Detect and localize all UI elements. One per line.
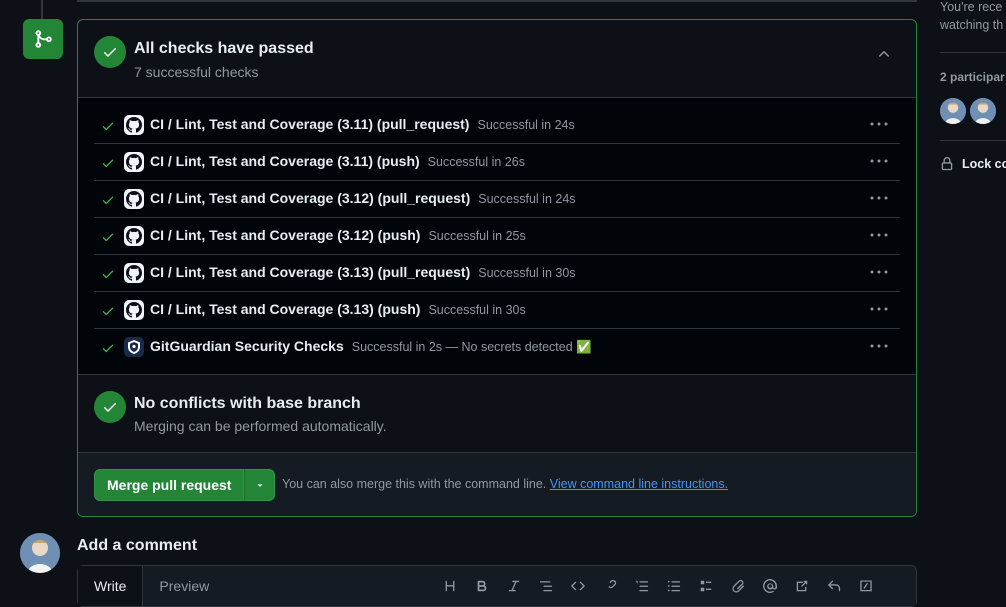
mention-icon[interactable] — [758, 576, 782, 596]
check-name[interactable]: CI / Lint, Test and Coverage (3.11) (pul… — [150, 116, 575, 132]
github-icon — [124, 300, 144, 320]
sidebar: You're rece watching th 2 participar Loc… — [940, 0, 1006, 585]
checks-list: CI / Lint, Test and Coverage (3.11) (pul… — [78, 98, 916, 375]
tab-preview[interactable]: Preview — [143, 566, 225, 606]
check-icon — [102, 159, 114, 168]
check-row[interactable]: CI / Lint, Test and Coverage (3.11) (pul… — [94, 107, 900, 144]
comment-editor: Write Preview — [77, 565, 917, 607]
merge-hint: You can also merge this with the command… — [282, 477, 729, 491]
participants-title: 2 participar — [940, 70, 1005, 84]
timeline-line — [41, 0, 43, 20]
unordered-list-icon[interactable] — [662, 576, 686, 596]
check-row[interactable]: CI / Lint, Test and Coverage (3.13) (pul… — [94, 255, 900, 292]
check-status: Successful in 25s — [428, 229, 526, 243]
checks-subtitle: 7 successful checks — [134, 64, 259, 80]
check-status: Successful in 30s — [478, 266, 576, 280]
command-line-instructions-link[interactable]: View command line instructions. — [550, 477, 728, 491]
kebab-horizontal-icon[interactable] — [869, 158, 889, 164]
check-row[interactable]: CI / Lint, Test and Coverage (3.11) (pus… — [94, 144, 900, 181]
check-icon — [102, 307, 114, 316]
check-icon — [102, 344, 114, 353]
conflicts-status: No conflicts with base branch Merging ca… — [78, 375, 916, 453]
chevron-up-icon — [879, 51, 889, 57]
markdown-toolbar — [438, 576, 878, 596]
merge-box: All checks have passed 7 successful chec… — [77, 19, 917, 517]
check-name[interactable]: CI / Lint, Test and Coverage (3.13) (pus… — [150, 301, 526, 317]
git-merge-icon — [23, 19, 63, 59]
lock-conversation-label: Lock co — [962, 157, 1006, 171]
tasklist-icon[interactable] — [694, 576, 718, 596]
check-status: Successful in 24s — [477, 118, 575, 132]
slash-command-icon[interactable] — [854, 576, 878, 596]
conflicts-title: No conflicts with base branch — [134, 395, 361, 412]
merge-button-group: Merge pull request — [94, 469, 276, 501]
link-icon[interactable] — [598, 576, 622, 596]
lock-conversation-button[interactable]: Lock co — [940, 157, 1006, 171]
conflicts-subtitle: Merging can be performed automatically. — [134, 418, 387, 434]
github-icon — [124, 115, 144, 135]
tab-write[interactable]: Write — [78, 566, 144, 606]
kebab-horizontal-icon[interactable] — [869, 195, 889, 201]
check-name[interactable]: CI / Lint, Test and Coverage (3.12) (pus… — [150, 227, 526, 243]
checks-title: All checks have passed — [134, 40, 314, 57]
participant-avatar[interactable] — [970, 98, 996, 124]
check-icon — [102, 196, 114, 205]
collapse-checks-button[interactable] — [876, 46, 892, 62]
check-row[interactable]: CI / Lint, Test and Coverage (3.12) (pus… — [94, 218, 900, 255]
check-status: Successful in 24s — [478, 192, 576, 206]
check-icon — [102, 122, 114, 131]
heading-icon[interactable] — [438, 576, 462, 596]
ordered-list-icon[interactable] — [630, 576, 654, 596]
kebab-horizontal-icon[interactable] — [869, 343, 889, 349]
gitguardian-icon — [124, 337, 144, 357]
italic-icon[interactable] — [502, 576, 526, 596]
check-status: Successful in 30s — [428, 303, 526, 317]
github-icon — [124, 226, 144, 246]
check-circle-icon — [94, 391, 126, 423]
kebab-horizontal-icon[interactable] — [869, 306, 889, 312]
editor-tabs: Write Preview — [78, 566, 225, 606]
participant-avatar[interactable] — [940, 98, 966, 124]
check-name[interactable]: CI / Lint, Test and Coverage (3.12) (pul… — [150, 190, 576, 206]
code-icon[interactable] — [566, 576, 590, 596]
check-circle-icon — [94, 36, 126, 68]
merge-actions: Merge pull request You can also merge th… — [78, 453, 916, 516]
reply-icon[interactable] — [822, 576, 846, 596]
kebab-horizontal-icon[interactable] — [869, 121, 889, 127]
add-comment-heading: Add a comment — [77, 537, 198, 554]
check-icon — [102, 270, 114, 279]
kebab-horizontal-icon[interactable] — [869, 269, 889, 275]
sidebar-divider — [940, 140, 1006, 141]
github-icon — [124, 263, 144, 283]
github-icon — [124, 152, 144, 172]
check-row[interactable]: GitGuardian Security Checks Successful in… — [94, 329, 900, 365]
timeline-top-divider — [77, 0, 917, 2]
check-row[interactable]: CI / Lint, Test and Coverage (3.13) (pus… — [94, 292, 900, 329]
check-icon — [102, 233, 114, 242]
check-status: Successful in 2s — No secrets detected ✅ — [351, 340, 592, 354]
check-name[interactable]: CI / Lint, Test and Coverage (3.11) (pus… — [150, 153, 525, 169]
paperclip-icon[interactable] — [726, 576, 750, 596]
merge-pull-request-button[interactable]: Merge pull request — [94, 469, 245, 501]
cross-reference-icon[interactable] — [790, 576, 814, 596]
quote-icon[interactable] — [534, 576, 558, 596]
bold-icon[interactable] — [470, 576, 494, 596]
check-status: Successful in 26s — [427, 155, 525, 169]
merge-method-dropdown[interactable] — [244, 469, 276, 501]
check-name[interactable]: GitGuardian Security Checks Successful in… — [150, 338, 592, 355]
lock-icon — [941, 157, 953, 171]
notification-reason-line1: You're rece — [940, 0, 1003, 14]
sidebar-divider — [940, 52, 1006, 53]
check-row[interactable]: CI / Lint, Test and Coverage (3.12) (pul… — [94, 181, 900, 218]
github-icon — [124, 189, 144, 209]
triangle-down-icon — [257, 484, 263, 487]
avatar[interactable] — [20, 533, 60, 573]
kebab-horizontal-icon[interactable] — [869, 232, 889, 238]
check-name[interactable]: CI / Lint, Test and Coverage (3.13) (pul… — [150, 264, 576, 280]
checks-summary: All checks have passed 7 successful chec… — [78, 20, 916, 98]
notification-reason-line2: watching th — [940, 18, 1004, 32]
